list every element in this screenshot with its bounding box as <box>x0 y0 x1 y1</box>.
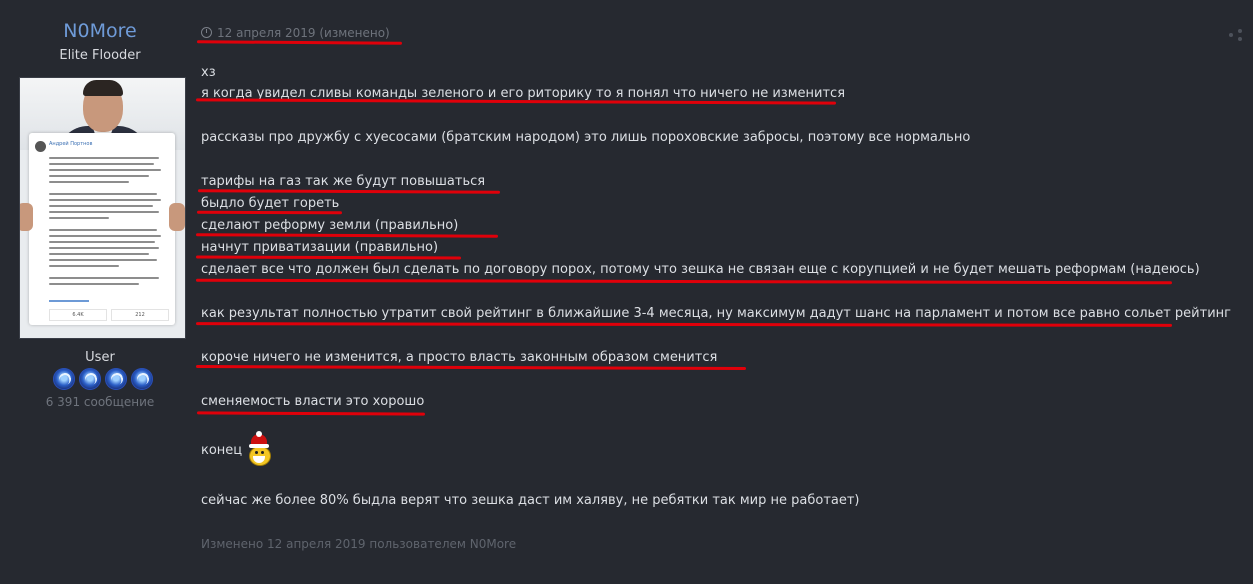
rank-badge-icon <box>105 368 127 390</box>
author-panel: N0More Elite Flooder Андрей Портнов 6.4K… <box>0 0 200 584</box>
author-group: User <box>85 350 115 365</box>
post-date-text: 12 апреля 2019 (изменено) <box>217 26 390 40</box>
avatar[interactable]: Андрей Портнов 6.4K 212 <box>19 77 186 339</box>
annotation-underline <box>195 255 462 260</box>
annotation-underline <box>195 322 1173 327</box>
rank-badge-icon <box>131 368 153 390</box>
clock-icon <box>201 27 212 38</box>
annotation-underline <box>195 365 747 370</box>
annotation-underline <box>195 278 1173 285</box>
post-date[interactable]: 12 апреля 2019 (изменено) <box>201 26 390 40</box>
avatar-card-dislikes: 212 <box>111 309 169 321</box>
post-line: сменяемость власти это хорошо <box>201 394 425 409</box>
forum-post: N0More Elite Flooder Андрей Портнов 6.4K… <box>0 0 1253 584</box>
post-line: конец <box>201 443 243 458</box>
author-title: Elite Flooder <box>59 48 141 63</box>
santa-emoji-icon <box>246 431 272 466</box>
annotation-underline <box>195 233 499 238</box>
post-line: рассказы про дружбу с хуесосами (братски… <box>201 130 971 145</box>
author-name[interactable]: N0More <box>0 20 200 42</box>
post-line: хз <box>201 65 216 80</box>
avatar-card: Андрей Портнов 6.4K 212 <box>20 133 185 325</box>
post-count: 6 391 сообщение <box>45 395 155 409</box>
annotation-underline <box>196 210 343 215</box>
post-line: как результат полностью утратит свой рей… <box>201 306 1231 321</box>
post-line: начнут приватизации (правильно) <box>201 240 439 255</box>
post-line: короче ничего не изменится, а просто вла… <box>201 350 718 365</box>
edited-note: Изменено 12 апреля 2019 пользователем N0… <box>201 537 517 551</box>
avatar-card-likes: 6.4K <box>49 309 107 321</box>
post-line: быдло будет гореть <box>201 196 340 211</box>
rank-badge-icon <box>53 368 75 390</box>
rank-badge-icon <box>79 368 101 390</box>
avatar-card-name: Андрей Портнов <box>49 141 93 147</box>
annotation-underline <box>196 411 426 416</box>
annotation-underline <box>196 40 403 45</box>
post-line: сейчас же более 80% быдла верят что зешк… <box>201 493 860 508</box>
share-icon[interactable] <box>1229 29 1243 41</box>
post-line: тарифы на газ так же будут повышаться <box>201 174 486 189</box>
post-line: сделает все что должен был сделать по до… <box>201 262 1200 277</box>
post-line: сделают реформу земли (правильно) <box>201 218 459 233</box>
annotation-underline <box>197 189 501 194</box>
